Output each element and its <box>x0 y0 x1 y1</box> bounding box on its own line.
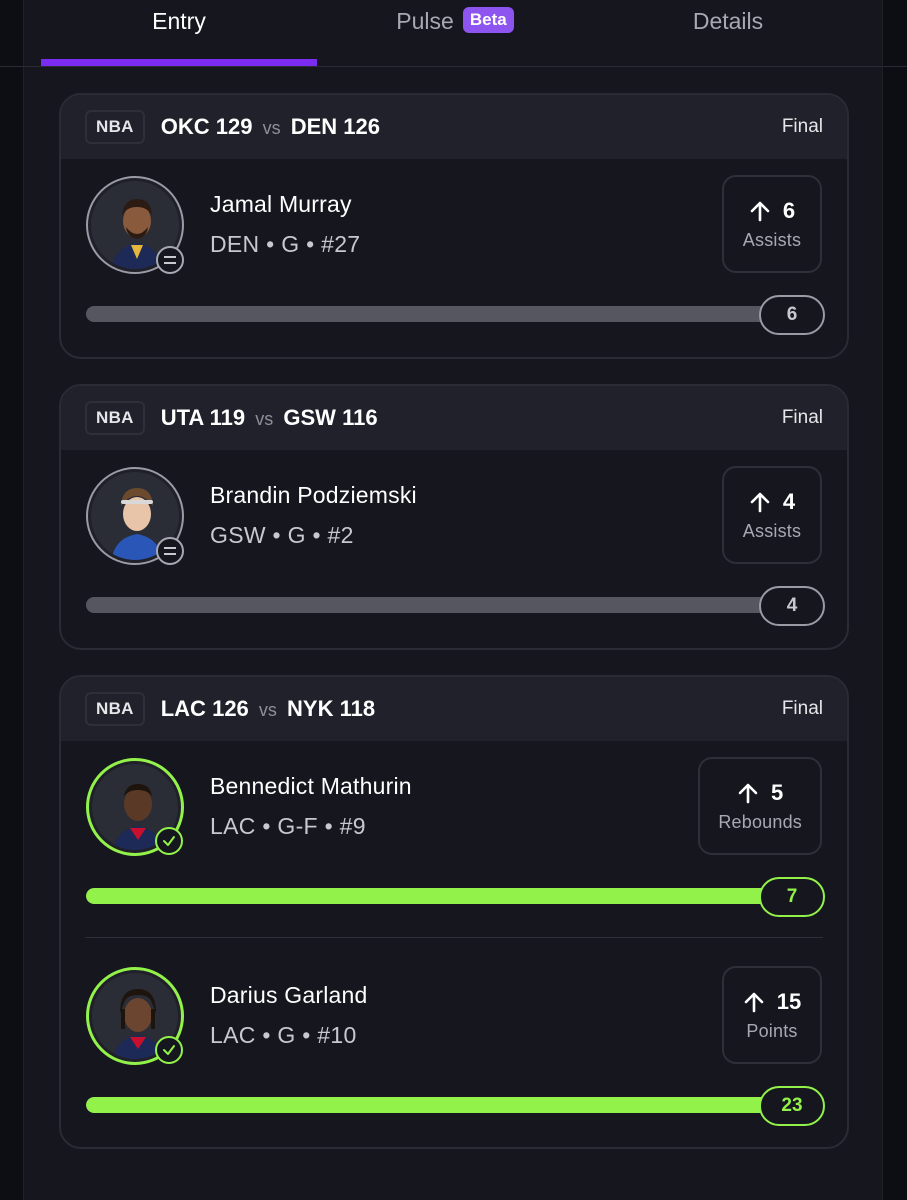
game-score: LAC 126 vs NYK 118 <box>161 696 375 722</box>
team2-abbr: DEN <box>290 114 338 139</box>
team1-abbr: LAC <box>160 696 206 721</box>
league-badge: NBA <box>85 692 145 726</box>
game-card[interactable]: NBA LAC 126 vs NYK 118 Final Bennedict M… <box>59 675 849 1149</box>
arrow-up-icon <box>738 783 758 803</box>
team1-score: 119 <box>209 405 246 430</box>
actual-value-pill: 6 <box>759 295 825 335</box>
player-avatar <box>86 467 184 565</box>
player-pick[interactable]: Darius Garland LAC • G • #10 15 Points 2… <box>85 937 825 1133</box>
pick-stat-label: Rebounds <box>718 811 802 832</box>
player-name: Darius Garland <box>210 982 368 1008</box>
progress-fill <box>86 1097 786 1113</box>
actual-value-pill: 23 <box>759 1086 825 1126</box>
actual-value-pill: 7 <box>759 877 825 917</box>
team2-abbr: GSW <box>283 405 336 430</box>
check-icon <box>155 827 183 855</box>
progress-fill <box>86 597 786 613</box>
game-score: UTA 119 vs GSW 116 <box>161 405 378 431</box>
league-badge: NBA <box>85 401 145 435</box>
pick-stat-label: Assists <box>742 229 802 250</box>
player-avatar <box>86 967 184 1065</box>
equals-icon <box>156 246 184 274</box>
pick-line-value: 6 <box>782 197 796 223</box>
player-meta: LAC • G • #10 <box>210 1022 357 1048</box>
game-status: Final <box>781 698 823 719</box>
pick-line-value: 5 <box>771 779 784 805</box>
tab-details-label: Details <box>692 8 764 34</box>
player-pick[interactable]: Brandin Podziemski GSW • G • #2 4 Assist… <box>61 450 847 646</box>
team2-score: 126 <box>343 114 381 139</box>
pick-line-box: 15 Points <box>722 966 822 1064</box>
player-name: Jamal Murray <box>210 191 352 217</box>
game-status: Final <box>781 116 823 137</box>
player-name: Brandin Podziemski <box>210 482 417 508</box>
tab-entry-label: Entry <box>152 8 206 34</box>
player-name: Bennedict Mathurin <box>210 773 412 799</box>
team1-abbr: UTA <box>160 405 204 430</box>
tab-entry[interactable]: Entry <box>41 0 317 66</box>
active-tab-indicator <box>41 59 317 66</box>
progress-track <box>86 306 786 322</box>
tab-pulse[interactable]: Pulse Beta <box>317 0 593 66</box>
actual-value-pill: 4 <box>759 586 825 626</box>
tab-bar: Entry Pulse Beta Details <box>24 0 882 67</box>
vs-label: vs <box>258 700 277 720</box>
player-meta: DEN • G • #27 <box>210 231 361 257</box>
player-meta: LAC • G-F • #9 <box>210 813 366 839</box>
progress-fill <box>86 888 786 904</box>
vs-label: vs <box>255 409 274 429</box>
game-header: NBA LAC 126 vs NYK 118 Final <box>61 677 847 741</box>
player-meta: GSW • G • #2 <box>210 522 354 548</box>
player-pick[interactable]: Bennedict Mathurin LAC • G-F • #9 5 Rebo… <box>61 741 847 937</box>
game-header: NBA OKC 129 vs DEN 126 Final <box>61 95 847 159</box>
team2-score: 116 <box>342 405 378 430</box>
pick-line-value: 15 <box>776 988 802 1014</box>
check-icon <box>155 1036 183 1064</box>
pick-line-box: 4 Assists <box>722 466 822 564</box>
pick-line-box: 5 Rebounds <box>698 757 822 855</box>
game-header: NBA UTA 119 vs GSW 116 Final <box>61 386 847 450</box>
pick-stat-label: Points <box>746 1020 798 1041</box>
team1-score: 129 <box>215 114 253 139</box>
game-card[interactable]: NBA UTA 119 vs GSW 116 Final Brandin Pod… <box>59 384 849 650</box>
arrow-up-icon <box>750 201 770 221</box>
arrow-up-icon <box>750 492 770 512</box>
team2-abbr: NYK <box>287 696 334 721</box>
pick-stat-label: Assists <box>742 520 802 541</box>
team1-score: 126 <box>212 696 249 721</box>
game-score: OKC 129 vs DEN 126 <box>161 114 380 140</box>
equals-icon <box>156 537 184 565</box>
player-pick[interactable]: Jamal Murray DEN • G • #27 6 Assists 6 <box>61 159 847 355</box>
progress-track <box>86 597 786 613</box>
league-badge: NBA <box>85 110 145 144</box>
entry-panel: Entry Pulse Beta Details NBA OKC 129 vs … <box>24 0 882 1200</box>
pick-line-box: 6 Assists <box>722 175 822 273</box>
arrow-up-icon <box>744 992 764 1012</box>
tab-pulse-label: Pulse <box>396 8 454 34</box>
pick-line-value: 4 <box>782 488 796 514</box>
beta-badge: Beta <box>462 7 514 33</box>
player-avatar <box>86 176 184 274</box>
player-avatar <box>86 758 184 856</box>
progress-track <box>86 1097 786 1113</box>
progress-track <box>86 888 786 904</box>
team2-score: 118 <box>339 696 376 721</box>
team1-abbr: OKC <box>160 114 210 139</box>
vs-label: vs <box>262 118 281 138</box>
tab-details[interactable]: Details <box>590 0 866 66</box>
game-card[interactable]: NBA OKC 129 vs DEN 126 Final Jamal Murra… <box>59 93 849 359</box>
game-status: Final <box>781 407 823 428</box>
progress-fill <box>86 306 786 322</box>
